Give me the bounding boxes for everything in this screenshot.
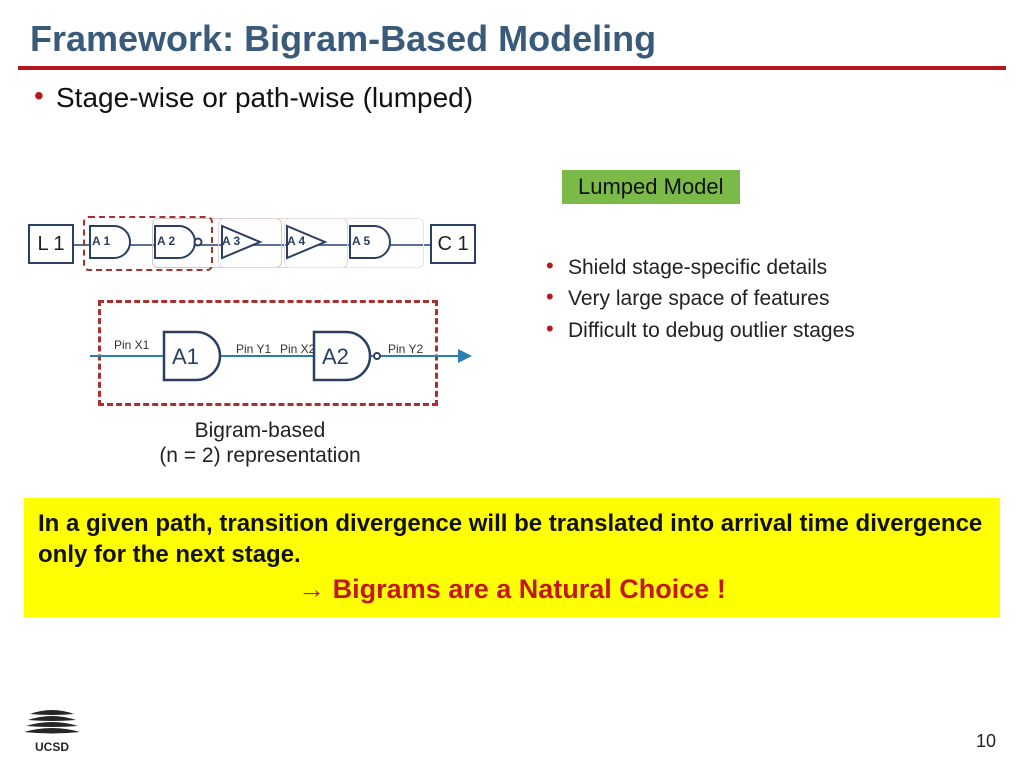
gate-label: A2 <box>322 344 349 370</box>
gate-a3: A 3 <box>216 222 272 262</box>
list-item: Shield stage-specific details <box>540 252 990 283</box>
highlight-conclusion-text: Bigrams are a Natural Choice ! <box>325 574 726 604</box>
main-bullet: Stage-wise or path-wise (lumped) <box>0 70 1024 115</box>
logo-text: UCSD <box>35 740 69 754</box>
gate-a1-big: A1 <box>158 328 232 389</box>
inverter-bubble-icon <box>373 352 381 360</box>
bigram-diagram: Pin X1 A1 Pin Y1 Pin X2 A2 Pin Y2 <box>98 300 438 410</box>
gate-label: A 3 <box>222 234 240 248</box>
bigram-window-outline <box>83 216 213 271</box>
pin-label: Pin Y1 <box>236 342 271 356</box>
gate-a2-big: A2 <box>308 328 382 389</box>
gate-a5: A 5 <box>346 222 402 262</box>
slide-title: Framework: Bigram-Based Modeling <box>0 0 1024 66</box>
page-number: 10 <box>976 731 996 752</box>
list-item: Difficult to debug outlier stages <box>540 315 990 346</box>
gate-label: A1 <box>172 344 199 370</box>
path-diagram: L 1 A 1 A 2 A 3 A 4 A 5 C 1 <box>28 212 488 278</box>
arrow-icon: → <box>298 574 325 604</box>
launch-block: L 1 <box>28 224 74 264</box>
ucsd-logo: UCSD <box>22 708 82 754</box>
highlight-box: In a given path, transition divergence w… <box>24 498 1000 617</box>
gate-label: A 4 <box>287 234 305 248</box>
highlight-conclusion: → Bigrams are a Natural Choice ! <box>38 570 986 605</box>
list-item: Very large space of features <box>540 283 990 314</box>
pin-label: Pin Y2 <box>388 342 423 356</box>
arrow-icon <box>458 349 472 363</box>
gate-a4: A 4 <box>281 222 337 262</box>
pin-label: Pin X1 <box>114 338 149 352</box>
gate-label: A 5 <box>352 234 370 248</box>
caption-line2: (n = 2) representation <box>159 444 360 467</box>
lumped-model-badge: Lumped Model <box>562 170 740 204</box>
highlight-statement: In a given path, transition divergence w… <box>38 508 986 570</box>
bigram-caption: Bigram-based (n = 2) representation <box>120 418 400 468</box>
lumped-details-list: Shield stage-specific details Very large… <box>540 252 990 346</box>
capture-block: C 1 <box>430 224 476 264</box>
caption-line1: Bigram-based <box>195 419 326 442</box>
